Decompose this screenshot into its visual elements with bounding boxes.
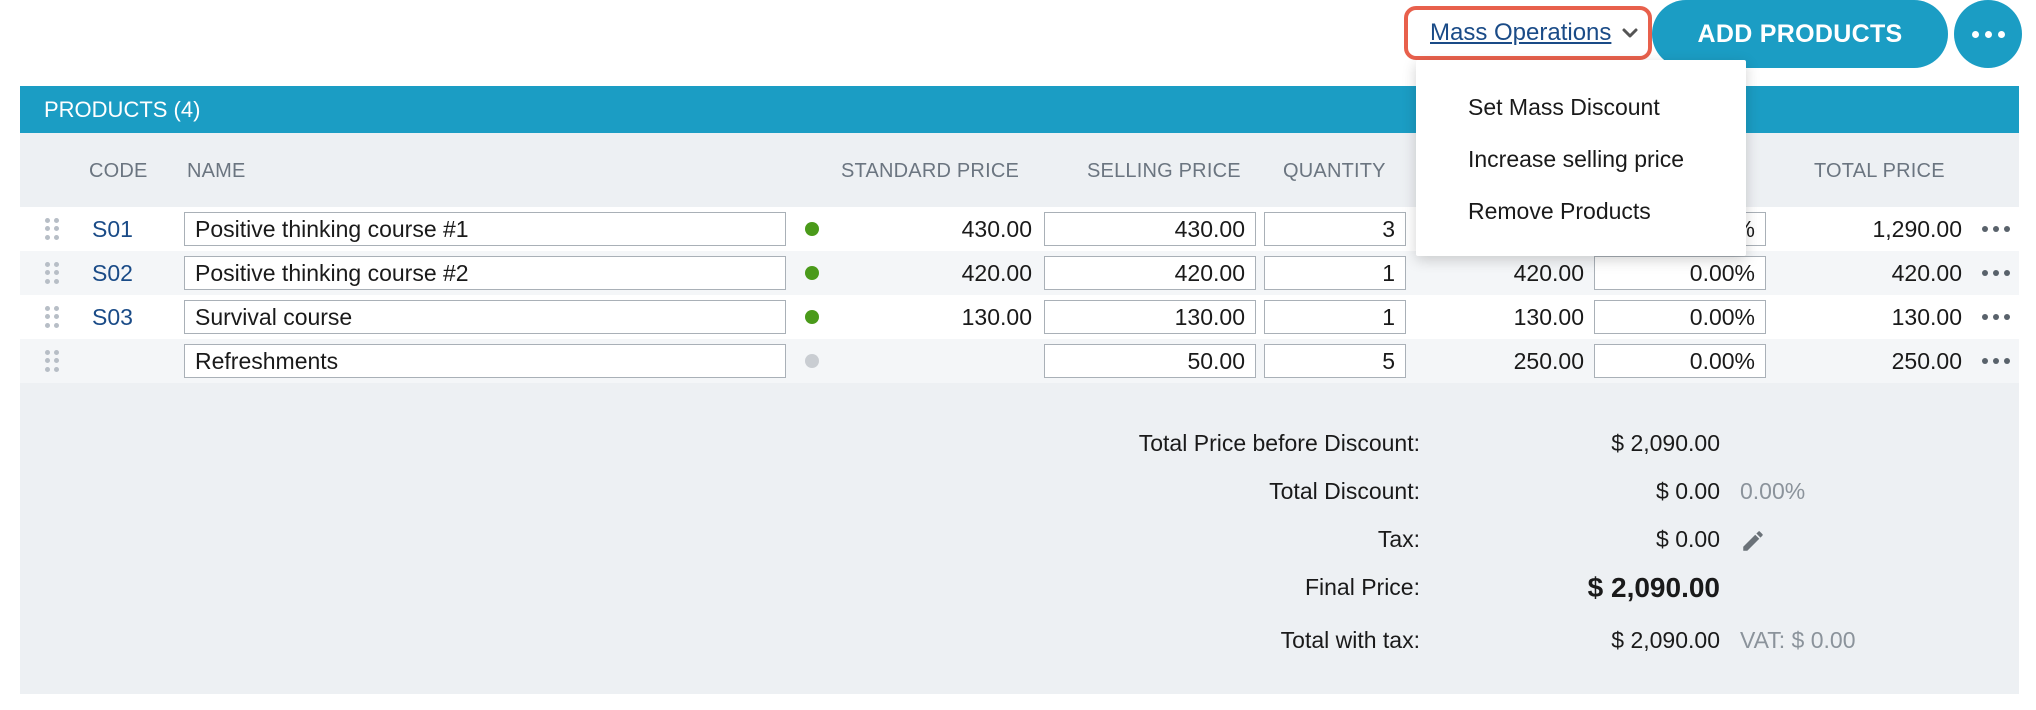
status-dot bbox=[805, 266, 819, 280]
standard-price: 430.00 bbox=[961, 216, 1032, 242]
chevron-down-icon bbox=[1622, 28, 1638, 38]
add-products-button[interactable]: ADD PRODUCTS bbox=[1652, 0, 1948, 68]
column-header-standard-price: STANDARD PRICE bbox=[841, 160, 1020, 182]
selling-price-field[interactable]: 420.00 bbox=[1044, 256, 1256, 290]
quantity-field[interactable]: 1 bbox=[1264, 256, 1406, 290]
vat-note: VAT: $ 0.00 bbox=[1740, 627, 1856, 653]
product-name-field[interactable]: Positive thinking course #2 bbox=[184, 256, 786, 290]
product-code[interactable]: S01 bbox=[92, 216, 133, 243]
row-more-icon[interactable] bbox=[1982, 226, 2010, 232]
column-header-name: NAME bbox=[187, 160, 246, 182]
drag-handle-icon[interactable] bbox=[45, 262, 59, 284]
mass-operations-menu: Set Mass Discount Increase selling price… bbox=[1416, 60, 1746, 256]
selling-price-field[interactable]: 430.00 bbox=[1044, 212, 1256, 246]
quantity-field[interactable]: 3 bbox=[1264, 212, 1406, 246]
product-name-field[interactable]: Refreshments bbox=[184, 344, 786, 378]
more-dot bbox=[1997, 30, 2005, 38]
menu-item-set-mass-discount[interactable]: Set Mass Discount bbox=[1468, 94, 1660, 121]
quantity-field[interactable]: 5 bbox=[1264, 344, 1406, 378]
column-header-selling-price: SELLING PRICE bbox=[1087, 160, 1241, 182]
discount-field[interactable]: 0.00% bbox=[1594, 344, 1766, 378]
selling-price-field[interactable]: 50.00 bbox=[1044, 344, 1256, 378]
total-before-discount-label: Total Price before Discount: bbox=[1138, 430, 1420, 456]
total-discount-value: $ 0.00 bbox=[1656, 478, 1720, 504]
total-price: 130.00 bbox=[1891, 304, 1962, 330]
total-discount-percent: 0.00% bbox=[1740, 478, 1806, 504]
row-more-icon[interactable] bbox=[1982, 314, 2010, 320]
total-before-discount-value: $ 2,090.00 bbox=[1611, 430, 1720, 456]
status-dot bbox=[805, 310, 819, 324]
row-amount: 130.00 bbox=[1513, 304, 1584, 330]
status-dot bbox=[805, 354, 819, 368]
drag-handle-icon[interactable] bbox=[45, 306, 59, 328]
standard-price: 130.00 bbox=[961, 304, 1032, 330]
tax-label: Tax: bbox=[1377, 526, 1420, 552]
pencil-icon[interactable] bbox=[1740, 528, 1766, 554]
column-header-code: CODE bbox=[89, 160, 148, 182]
total-price: 1,290.00 bbox=[1872, 216, 1962, 242]
product-code[interactable]: S02 bbox=[92, 260, 133, 287]
drag-handle-icon[interactable] bbox=[45, 350, 59, 372]
mass-operations-label: Mass Operations bbox=[1430, 19, 1612, 46]
total-price: 250.00 bbox=[1891, 348, 1962, 374]
total-with-tax-value: $ 2,090.00 bbox=[1611, 627, 1720, 653]
mass-operations-button[interactable]: Mass Operations bbox=[1404, 6, 1652, 60]
discount-field[interactable]: 0.00% bbox=[1594, 300, 1766, 334]
final-price-label: Final Price: bbox=[1304, 574, 1420, 600]
status-dot bbox=[805, 222, 819, 236]
total-price: 420.00 bbox=[1891, 260, 1962, 286]
drag-handle-icon[interactable] bbox=[45, 218, 59, 240]
product-code[interactable]: S03 bbox=[92, 304, 133, 331]
row-more-icon[interactable] bbox=[1982, 270, 2010, 276]
more-dot bbox=[1971, 30, 1979, 38]
standard-price: 420.00 bbox=[961, 260, 1032, 286]
column-header-quantity: QUANTITY bbox=[1283, 160, 1386, 182]
row-amount: 420.00 bbox=[1513, 260, 1584, 286]
row-amount: 250.00 bbox=[1513, 348, 1584, 374]
quantity-field[interactable]: 1 bbox=[1264, 300, 1406, 334]
final-price-value: $ 2,090.00 bbox=[1587, 572, 1720, 603]
menu-item-remove-products[interactable]: Remove Products bbox=[1468, 198, 1651, 225]
row-more-icon[interactable] bbox=[1982, 358, 2010, 364]
selling-price-field[interactable]: 130.00 bbox=[1044, 300, 1256, 334]
total-discount-label: Total Discount: bbox=[1269, 478, 1420, 504]
more-options-button[interactable] bbox=[1954, 0, 2022, 68]
tax-value: $ 0.00 bbox=[1656, 526, 1720, 552]
product-name-field[interactable]: Survival course bbox=[184, 300, 786, 334]
discount-field[interactable]: 0.00% bbox=[1594, 256, 1766, 290]
column-header-total-price: TOTAL PRICE bbox=[1814, 160, 1945, 182]
product-name-field[interactable]: Positive thinking course #1 bbox=[184, 212, 786, 246]
more-dot bbox=[1984, 30, 1992, 38]
menu-item-increase-selling-price[interactable]: Increase selling price bbox=[1468, 146, 1684, 173]
total-with-tax-label: Total with tax: bbox=[1280, 627, 1420, 653]
